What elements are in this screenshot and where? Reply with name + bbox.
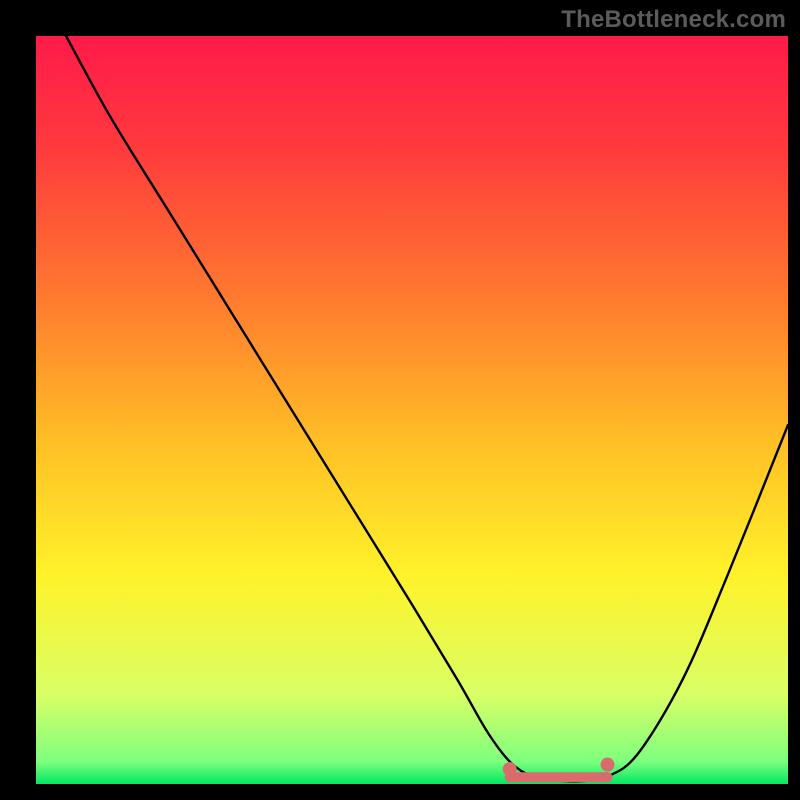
watermark-text: TheBottleneck.com [561, 6, 786, 34]
flat-zone-dot-left [503, 762, 517, 776]
flat-zone-dot-right [601, 758, 615, 772]
chart-container: TheBottleneck.com [0, 0, 800, 800]
plot-background [36, 36, 788, 784]
bottleneck-chart [0, 0, 800, 800]
